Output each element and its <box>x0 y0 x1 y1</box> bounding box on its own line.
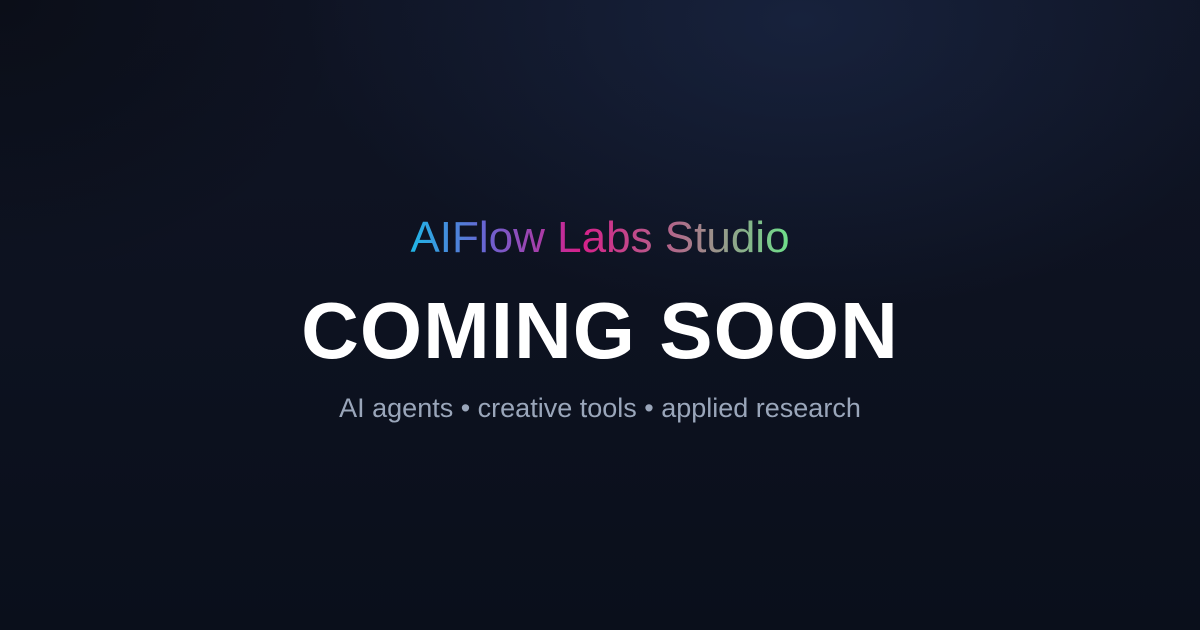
brand-title-text: AIFlow Labs Studio <box>410 213 790 262</box>
coming-soon-headline: COMING SOON <box>301 286 899 375</box>
brand-title: AIFlow Labs Studio <box>0 210 1200 266</box>
hero-section: AIFlow Labs Studio COMING SOON AI agents… <box>0 0 1200 630</box>
tagline: AI agents • creative tools • applied res… <box>339 393 861 423</box>
